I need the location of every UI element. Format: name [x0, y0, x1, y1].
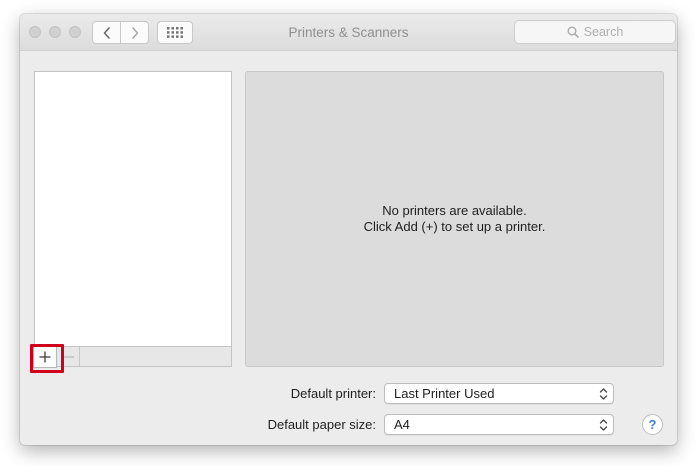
remove-printer-button[interactable]	[58, 347, 80, 366]
default-paper-size-value: A4	[394, 417, 410, 432]
title-bar: Printers & Scanners Search	[20, 14, 677, 51]
search-field[interactable]: Search	[514, 20, 676, 44]
no-printers-message: No printers are available.	[382, 203, 527, 218]
chevron-updown-icon	[599, 388, 608, 400]
default-printer-select[interactable]: Last Printer Used	[384, 383, 614, 404]
printer-list[interactable]	[34, 71, 232, 367]
default-printer-label: Default printer:	[290, 386, 376, 401]
plus-icon	[39, 351, 51, 362]
printer-detail-panel: No printers are available. Click Add (+)…	[245, 71, 664, 367]
default-paper-size-select[interactable]: A4	[384, 414, 614, 435]
chevron-updown-icon	[599, 419, 608, 431]
add-printer-button[interactable]	[33, 345, 57, 368]
preferences-window: Printers & Scanners Search No printers a…	[20, 14, 677, 445]
add-printer-hint: Click Add (+) to set up a printer.	[363, 219, 546, 234]
search-placeholder: Search	[583, 25, 624, 39]
default-paper-size-label: Default paper size:	[267, 417, 376, 432]
default-printer-value: Last Printer Used	[394, 386, 495, 401]
minus-icon	[63, 355, 74, 358]
help-button[interactable]: ?	[642, 414, 663, 435]
search-icon	[567, 26, 579, 38]
